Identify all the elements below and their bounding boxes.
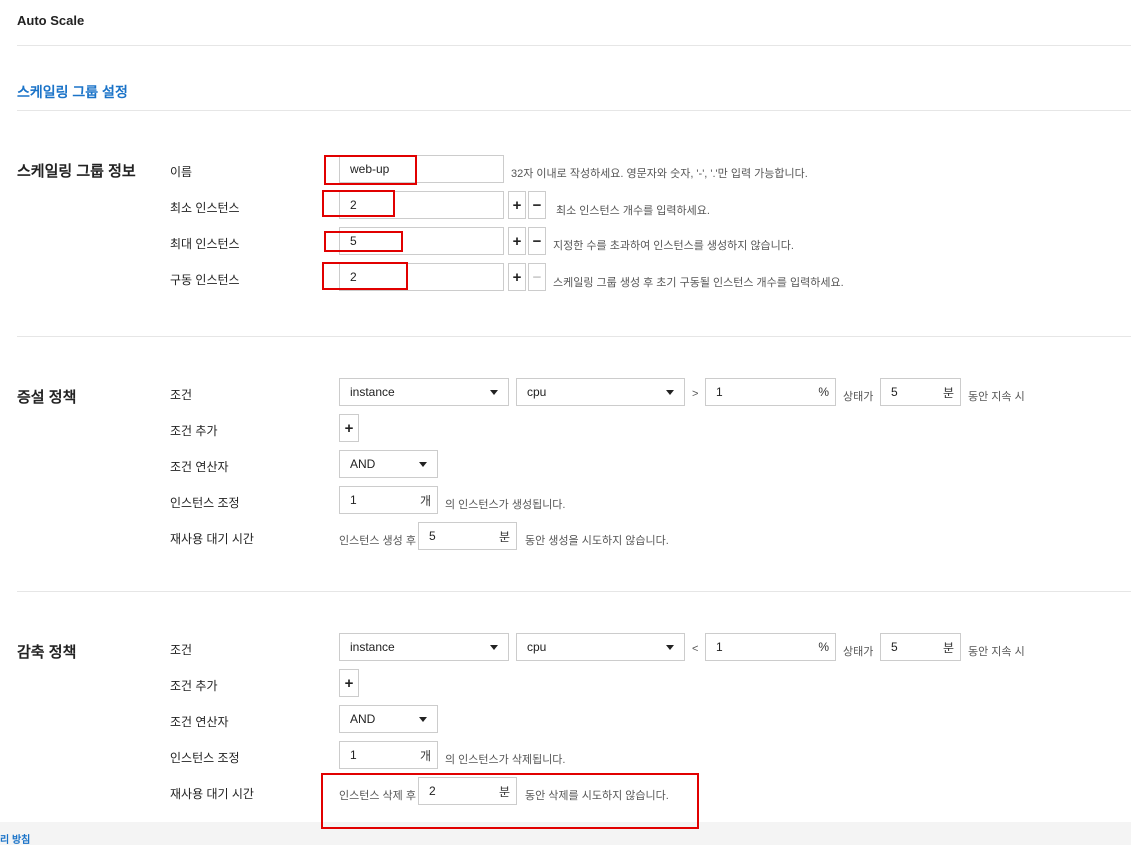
chevron-down-icon (666, 645, 674, 650)
app-title: Auto Scale (17, 13, 85, 28)
scale-in-threshold-value: 1 (716, 640, 723, 654)
scale-in-operator: < (692, 643, 699, 655)
scale-in-logic-select[interactable]: AND (339, 705, 438, 733)
scale-out-adjust-input[interactable]: 1 개 (339, 486, 438, 514)
scale-out-logic-select[interactable]: AND (339, 450, 438, 478)
scale-in-threshold-input[interactable]: 1 % (705, 633, 836, 661)
scale-out-threshold-unit: % (818, 385, 829, 399)
scale-out-cooldown-unit: 분 (498, 529, 510, 544)
scale-out-cooldown-input[interactable]: 5 분 (418, 522, 517, 550)
name-label: 이름 (170, 165, 193, 179)
scale-in-adjust-input[interactable]: 1 개 (339, 741, 438, 769)
scale-in-metric-select[interactable]: cpu (516, 633, 685, 661)
scale-out-duration-suffix: 동안 지속 시 (968, 391, 1025, 403)
scale-out-resource-value: instance (350, 385, 395, 399)
scale-out-logic-value: AND (350, 457, 376, 471)
scale-in-adjust-unit: 개 (419, 748, 431, 763)
min-instances-value: 2 (350, 198, 357, 212)
max-instances-input[interactable]: 5 (339, 227, 504, 255)
scale-out-operator: > (692, 388, 699, 400)
scale-in-cooldown-value: 2 (429, 784, 436, 798)
scale-out-adjust-value: 1 (350, 493, 357, 507)
scale-in-resource-value: instance (350, 640, 395, 654)
name-input-value: web-up (350, 162, 390, 176)
running-plus-button[interactable]: + (508, 263, 526, 291)
scale-out-adjust-suffix: 의 인스턴스가 생성됩니다. (445, 499, 566, 511)
scale-in-operator-label: 조건 연산자 (170, 715, 229, 729)
scale-in-cooldown-prefix: 인스턴스 삭제 후 (339, 790, 416, 802)
scale-out-metric-select[interactable]: cpu (516, 378, 685, 406)
scale-in-adjust-label: 인스턴스 조정 (170, 751, 240, 765)
running-instances-label: 구동 인스턴스 (170, 273, 240, 287)
max-instances-value: 5 (350, 234, 357, 248)
max-plus-button[interactable]: + (508, 227, 526, 255)
scale-out-add-condition-label: 조건 추가 (170, 424, 218, 438)
section-title-scale-in: 감축 정책 (17, 644, 77, 661)
chevron-down-icon (490, 645, 498, 650)
section-divider-1 (17, 336, 1131, 337)
scale-in-duration-value: 5 (891, 640, 898, 654)
scale-in-cooldown-suffix: 동안 삭제를 시도하지 않습니다. (525, 790, 669, 802)
footer-privacy-link[interactable]: 리 방침 (0, 831, 30, 846)
scale-out-threshold-value: 1 (716, 385, 723, 399)
scale-in-state-text: 상태가 (843, 646, 874, 658)
scale-out-metric-value: cpu (527, 385, 547, 399)
scale-out-state-text: 상태가 (843, 391, 874, 403)
scale-in-resource-select[interactable]: instance (339, 633, 509, 661)
scale-out-duration-input[interactable]: 5 분 (880, 378, 961, 406)
running-minus-button[interactable]: − (528, 263, 546, 291)
header-divider (17, 45, 1131, 46)
scale-out-threshold-input[interactable]: 1 % (705, 378, 836, 406)
min-instances-label: 최소 인스턴스 (170, 201, 240, 215)
scale-out-cooldown-label: 재사용 대기 시간 (170, 532, 254, 546)
scale-out-add-condition-button[interactable]: + (339, 414, 359, 442)
section-divider-2 (17, 591, 1131, 592)
chevron-down-icon (666, 390, 674, 395)
scale-out-operator-label: 조건 연산자 (170, 460, 229, 474)
scale-in-add-condition-button[interactable]: + (339, 669, 359, 697)
scale-out-adjust-unit: 개 (419, 493, 431, 508)
scale-in-adjust-suffix: 의 인스턴스가 삭제됩니다. (445, 754, 566, 766)
scale-in-logic-value: AND (350, 712, 376, 726)
page-title: 스케일링 그룹 설정 (17, 84, 128, 100)
name-input[interactable]: web-up (339, 155, 504, 183)
scale-in-cooldown-label: 재사용 대기 시간 (170, 787, 254, 801)
section-title-scale-out: 증설 정책 (17, 389, 77, 406)
running-instances-value: 2 (350, 270, 357, 284)
max-instances-help: 지정한 수를 초과하여 인스턴스를 생성하지 않습니다. (553, 240, 794, 252)
scale-in-cooldown-unit: 분 (498, 784, 510, 799)
scale-out-cooldown-value: 5 (429, 529, 436, 543)
scale-in-condition-label: 조건 (170, 643, 193, 657)
chevron-down-icon (419, 462, 427, 467)
scale-in-adjust-value: 1 (350, 748, 357, 762)
scale-in-threshold-unit: % (818, 640, 829, 654)
section-title-group-info: 스케일링 그룹 정보 (17, 163, 136, 180)
scale-out-resource-select[interactable]: instance (339, 378, 509, 406)
scale-in-add-condition-label: 조건 추가 (170, 679, 218, 693)
min-plus-button[interactable]: + (508, 191, 526, 219)
min-instances-help: 최소 인스턴스 개수를 입력하세요. (556, 205, 710, 217)
name-help: 32자 이내로 작성하세요. 영문자와 숫자, '-', '.'만 입력 가능합… (511, 168, 808, 180)
running-instances-help: 스케일링 그룹 생성 후 초기 구동될 인스턴스 개수를 입력하세요. (553, 277, 844, 289)
scale-in-duration-unit: 분 (942, 640, 954, 655)
max-minus-button[interactable]: − (528, 227, 546, 255)
scale-out-condition-label: 조건 (170, 388, 193, 402)
scale-out-duration-value: 5 (891, 385, 898, 399)
min-instances-input[interactable]: 2 (339, 191, 504, 219)
scale-out-adjust-label: 인스턴스 조정 (170, 496, 240, 510)
chevron-down-icon (490, 390, 498, 395)
footer-bar (0, 822, 1131, 845)
scale-in-duration-input[interactable]: 5 분 (880, 633, 961, 661)
min-minus-button[interactable]: − (528, 191, 546, 219)
scale-in-duration-suffix: 동안 지속 시 (968, 646, 1025, 658)
scale-out-cooldown-suffix: 동안 생성을 시도하지 않습니다. (525, 535, 669, 547)
scale-in-cooldown-input[interactable]: 2 분 (418, 777, 517, 805)
scale-out-cooldown-prefix: 인스턴스 생성 후 (339, 535, 416, 547)
max-instances-label: 최대 인스턴스 (170, 237, 240, 251)
scale-out-duration-unit: 분 (942, 385, 954, 400)
chevron-down-icon (419, 717, 427, 722)
page-title-divider (17, 110, 1131, 111)
running-instances-input[interactable]: 2 (339, 263, 504, 291)
scale-in-metric-value: cpu (527, 640, 547, 654)
